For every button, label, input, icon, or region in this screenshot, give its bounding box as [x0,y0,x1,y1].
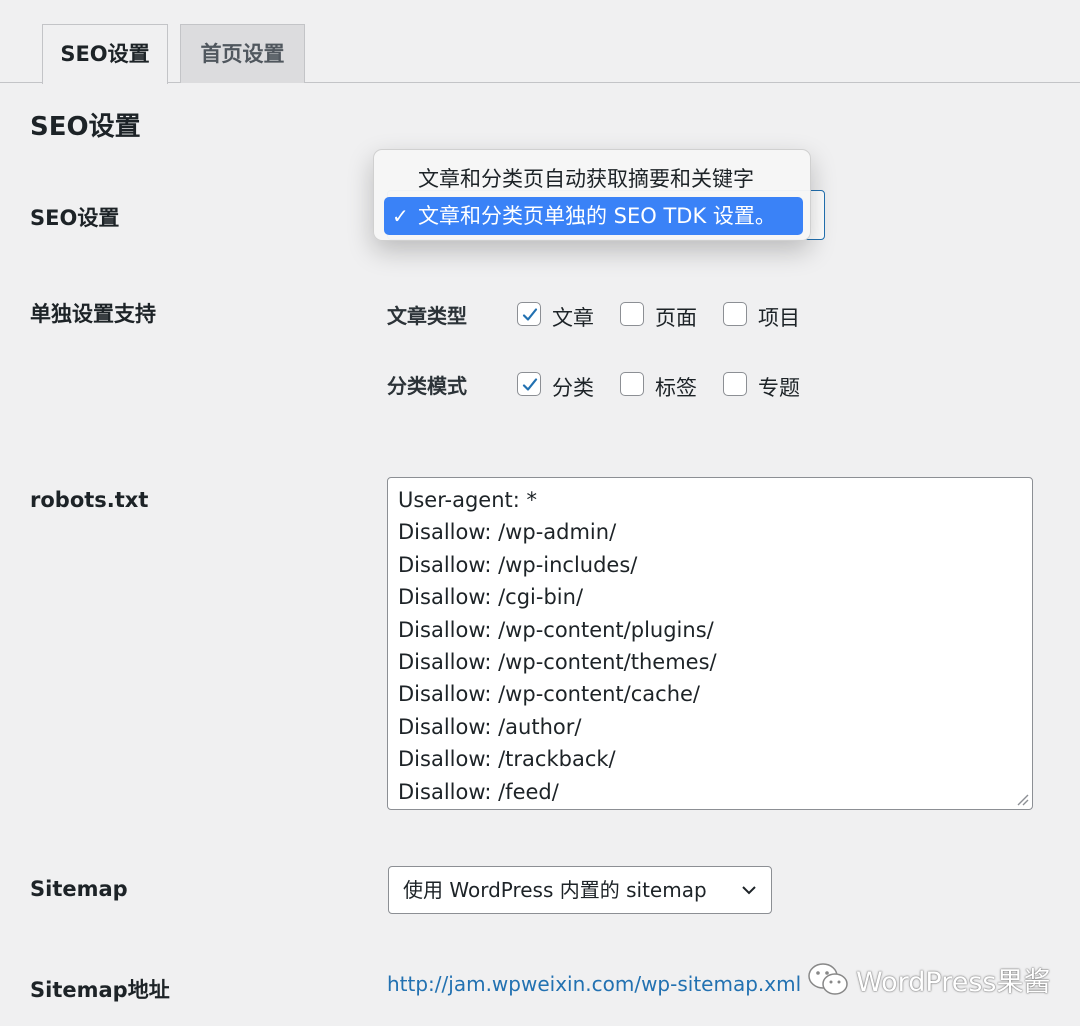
check-icon [522,378,538,391]
checkbox-category[interactable] [517,372,541,396]
checkbox-page[interactable] [620,302,644,326]
robots-line: Disallow: /cgi-bin/ [398,585,584,610]
check-icon [522,308,538,321]
robots-line: Disallow: /feed/ [398,779,559,804]
sitemap-selected-value: 使用 WordPress 内置的 sitemap [403,878,707,902]
dropdown-option-separate-tdk[interactable]: ✓ 文章和分类页单独的 SEO TDK 设置。 [384,197,803,235]
checkbox-post-label: 文章 [552,306,594,330]
tab-homepage-settings[interactable]: 首页设置 [180,24,305,83]
checkbox-post[interactable] [517,302,541,326]
robots-line: Disallow: /wp-content/themes/ [398,650,717,675]
sitemap-label: Sitemap [30,877,128,901]
sitemap-url-label: Sitemap地址 [30,978,170,1002]
sitemap-url-link[interactable]: http://jam.wpweixin.com/wp-sitemap.xml [387,972,801,996]
resize-handle-icon[interactable] [1015,792,1029,806]
watermark-text: WordPress果酱 [856,967,1051,998]
robots-textarea[interactable]: User-agent: * Disallow: /wp-admin/ Disal… [387,477,1033,810]
post-types-label: 文章类型 [387,304,467,328]
dropdown-option-label: 文章和分类页单独的 SEO TDK 设置。 [418,204,776,228]
robots-label: robots.txt [30,488,149,512]
taxonomies-label: 分类模式 [387,374,467,398]
checkmark-icon: ✓ [392,204,409,228]
chevron-down-icon [742,886,756,895]
wechat-icon [808,963,848,995]
tab-seo-settings[interactable]: SEO设置 [42,24,168,84]
checkbox-topic-label: 专题 [758,376,800,400]
robots-line: Disallow: /wp-content/cache/ [398,682,701,707]
seo-setting-dropdown-menu: 文章和分类页自动获取摘要和关键字 ✓ 文章和分类页单独的 SEO TDK 设置。 [373,149,811,241]
separate-support-label: 单独设置支持 [30,302,156,326]
checkbox-topic[interactable] [723,372,747,396]
checkbox-tag-label: 标签 [655,376,697,400]
checkbox-category-label: 分类 [552,376,594,400]
checkbox-project-label: 项目 [758,306,800,330]
checkbox-page-label: 页面 [655,306,697,330]
robots-line: Disallow: /wp-includes/ [398,552,638,577]
checkbox-project[interactable] [723,302,747,326]
robots-line: User-agent: * [398,488,538,512]
robots-line: Disallow: /trackback/ [398,747,616,772]
robots-line: Disallow: /author/ [398,714,582,739]
seo-setting-label: SEO设置 [30,206,120,230]
settings-tabs: SEO设置 首页设置 [0,0,1080,84]
watermark: WordPress果酱 [806,958,1066,1002]
dropdown-option-auto[interactable]: 文章和分类页自动获取摘要和关键字 [384,160,802,198]
sitemap-select[interactable]: 使用 WordPress 内置的 sitemap [388,866,772,914]
robots-line: Disallow: /wp-admin/ [398,520,617,545]
robots-line: Disallow: /wp-content/plugins/ [398,617,714,642]
section-title: SEO设置 [30,112,141,142]
checkbox-tag[interactable] [620,372,644,396]
